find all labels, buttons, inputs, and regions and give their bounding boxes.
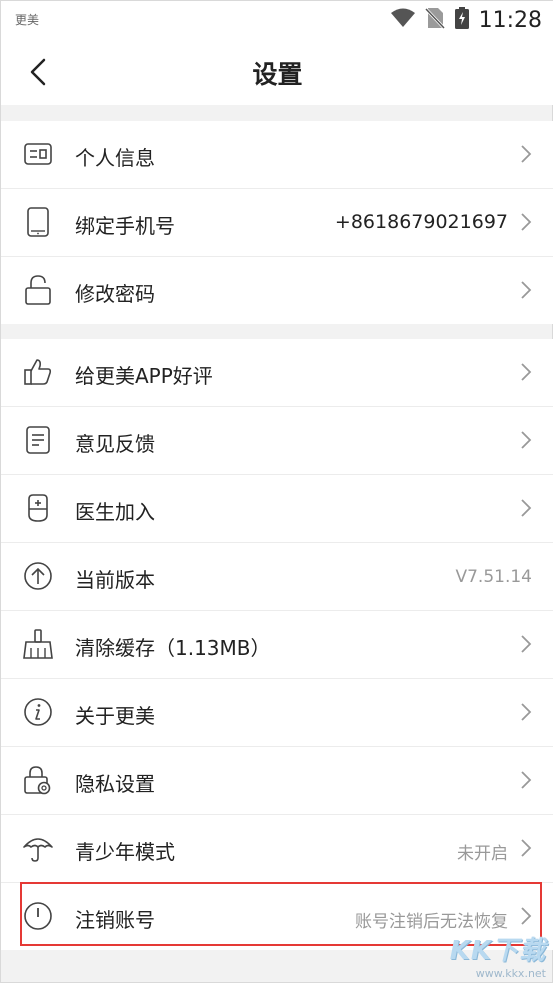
settings-row-about[interactable]: 关于更美 (1, 679, 553, 747)
delete-account-hint: 账号注销后无法恢复 (355, 912, 508, 932)
settings-row-label: 医生加入 (75, 500, 155, 524)
youth-mode-status: 未开启 (457, 844, 508, 864)
settings-row-current-version: 当前版本 V7.51.14 (1, 543, 553, 611)
settings-row-label: 个人信息 (75, 146, 155, 170)
status-app-label: 更美 (15, 13, 40, 27)
status-time: 11:28 (478, 7, 542, 33)
settings-row-feedback[interactable]: 意见反馈 (1, 407, 553, 475)
no-sim-icon (424, 7, 445, 33)
phone-icon (23, 207, 53, 237)
info-icon (23, 697, 53, 727)
chevron-right-icon (521, 907, 532, 925)
status-bar: 更美 11:28 (1, 1, 553, 39)
settings-row-label: 绑定手机号 (75, 214, 175, 238)
settings-row-personal-info[interactable]: 个人信息 (1, 121, 553, 189)
status-icons: 11:28 (390, 7, 542, 33)
document-icon (23, 425, 53, 455)
settings-row-label: 当前版本 (75, 568, 155, 592)
thumbs-up-icon (23, 357, 53, 387)
settings-row-label: 关于更美 (75, 704, 155, 728)
chevron-right-icon (521, 771, 532, 789)
settings-row-label: 修改密码 (75, 282, 155, 306)
settings-row-label: 隐私设置 (75, 772, 155, 796)
settings-row-bind-phone[interactable]: 绑定手机号 +8618679021697 (1, 189, 553, 257)
broom-icon (23, 629, 53, 659)
settings-row-label: 意见反馈 (75, 432, 155, 456)
phone-number-value: +8618679021697 (334, 211, 508, 233)
chevron-right-icon (521, 499, 532, 517)
chevron-right-icon (521, 635, 532, 653)
settings-row-youth-mode[interactable]: 青少年模式 未开启 (1, 815, 553, 883)
watermark-url: www.kkx.net (475, 967, 546, 980)
privacy-lock-icon (23, 765, 53, 795)
umbrella-icon (23, 833, 53, 863)
unlock-icon (23, 275, 53, 305)
watermark-brand: KK下载 (449, 936, 546, 966)
settings-row-change-password[interactable]: 修改密码 (1, 257, 553, 324)
wifi-icon (390, 8, 415, 32)
battery-charging-icon (454, 7, 469, 33)
settings-row-rate-app[interactable]: 给更美APP好评 (1, 339, 553, 407)
chevron-right-icon (521, 703, 532, 721)
settings-row-label: 清除缓存（1.13MB） (75, 636, 271, 660)
chevron-right-icon (521, 839, 532, 857)
watermark: KK下载 www.kkx.net (450, 930, 546, 980)
chevron-right-icon (521, 213, 532, 231)
chevron-right-icon (521, 281, 532, 299)
chevron-right-icon (521, 363, 532, 381)
version-value: V7.51.14 (455, 567, 532, 587)
page-title: 设置 (252, 60, 303, 89)
power-icon (23, 901, 53, 931)
nav-header: 设置 (1, 39, 553, 105)
settings-group-account: 个人信息 绑定手机号 +8618679021697 修改密码 (1, 121, 553, 324)
upgrade-icon (23, 561, 53, 591)
chevron-right-icon (521, 431, 532, 449)
settings-row-clear-cache[interactable]: 清除缓存（1.13MB） (1, 611, 553, 679)
settings-row-doctor-join[interactable]: 医生加入 (1, 475, 553, 543)
settings-row-label: 给更美APP好评 (75, 364, 213, 388)
id-card-icon (23, 139, 53, 169)
settings-row-label: 注销账号 (75, 908, 155, 932)
settings-row-privacy[interactable]: 隐私设置 (1, 747, 553, 815)
settings-group-general: 给更美APP好评 意见反馈 医生加入 当前版本 V7.51.14 清除缓存（1.… (1, 339, 553, 950)
settings-row-label: 青少年模式 (75, 840, 175, 864)
doctor-icon (23, 493, 53, 523)
chevron-right-icon (521, 145, 532, 163)
